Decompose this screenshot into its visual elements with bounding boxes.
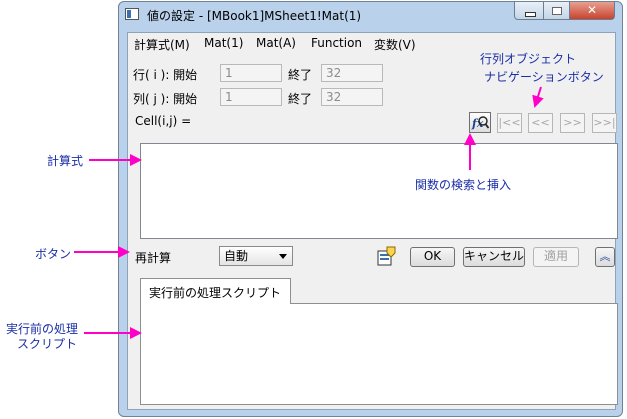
app-icon bbox=[125, 8, 139, 20]
row-end-field[interactable]: 32 bbox=[321, 64, 383, 82]
nav-next-button[interactable]: >> bbox=[560, 113, 585, 133]
annotation-nav-line2: ナビゲーションボタン bbox=[484, 70, 604, 84]
col-start-label: 列( j ): 開始 bbox=[133, 92, 198, 106]
close-button[interactable]: ✕ bbox=[569, 2, 615, 20]
annotation-nav-line1: 行列オブジェクト bbox=[480, 52, 577, 66]
row-start-field[interactable]: 1 bbox=[220, 64, 282, 82]
tab-before-script[interactable]: 実行前の処理スクリプト bbox=[140, 278, 291, 304]
dialog-client: 計算式(M) Mat(1) Mat(A) Function 変数(V) 行( i… bbox=[127, 32, 618, 410]
row-start-label: 行( i ): 開始 bbox=[133, 68, 198, 82]
menu-function[interactable]: Function bbox=[311, 36, 362, 50]
menu-formula[interactable]: 計算式(M) bbox=[134, 36, 190, 53]
title-bar[interactable]: 値の設定 - [MBook1]MSheet1!Mat(1) ✕ bbox=[119, 2, 622, 28]
minimize-button[interactable] bbox=[514, 2, 544, 20]
nav-prev-button[interactable]: << bbox=[528, 113, 553, 133]
maximize-button[interactable] bbox=[543, 2, 570, 20]
col-end-field[interactable]: 32 bbox=[321, 88, 383, 106]
chevron-down-icon bbox=[279, 254, 287, 259]
recalc-select[interactable]: 自動 bbox=[219, 246, 293, 266]
collapse-button[interactable]: ︽ bbox=[595, 247, 615, 267]
menu-variables[interactable]: 変数(V) bbox=[374, 36, 416, 53]
annotation-script-line2: スクリプト bbox=[17, 337, 78, 351]
template-icon bbox=[377, 246, 396, 266]
ok-button[interactable]: OK bbox=[410, 247, 455, 267]
cancel-button[interactable]: キャンセル bbox=[463, 247, 525, 267]
before-script-editor[interactable] bbox=[140, 303, 618, 405]
col-start-field[interactable]: 1 bbox=[220, 88, 282, 106]
col-end-label: 終了 bbox=[288, 92, 313, 106]
annotation-find-function: 関数の検索と挿入 bbox=[415, 178, 512, 192]
row-end-label: 終了 bbox=[288, 68, 313, 82]
window-title: 値の設定 - [MBook1]MSheet1!Mat(1) bbox=[147, 9, 362, 23]
svg-text:fx: fx bbox=[471, 117, 484, 130]
menu-mat1[interactable]: Mat(1) bbox=[204, 36, 243, 50]
save-template-button[interactable] bbox=[375, 245, 397, 267]
annotation-button: ボタン bbox=[35, 247, 72, 261]
recalc-label: 再計算 bbox=[135, 251, 172, 265]
nav-last-button[interactable]: >>| bbox=[592, 113, 617, 133]
find-function-button[interactable]: fx bbox=[469, 112, 491, 133]
nav-first-button[interactable]: |<< bbox=[497, 113, 522, 133]
magnifier-fx-icon: fx bbox=[471, 116, 490, 130]
cell-formula-label: Cell(i,j) = bbox=[135, 114, 192, 128]
menu-mata[interactable]: Mat(A) bbox=[256, 36, 296, 50]
formula-editor[interactable] bbox=[140, 143, 618, 239]
recalc-select-value: 自動 bbox=[224, 249, 249, 263]
annotation-formula: 計算式 bbox=[47, 154, 84, 168]
apply-button[interactable]: 適用 bbox=[533, 247, 579, 267]
